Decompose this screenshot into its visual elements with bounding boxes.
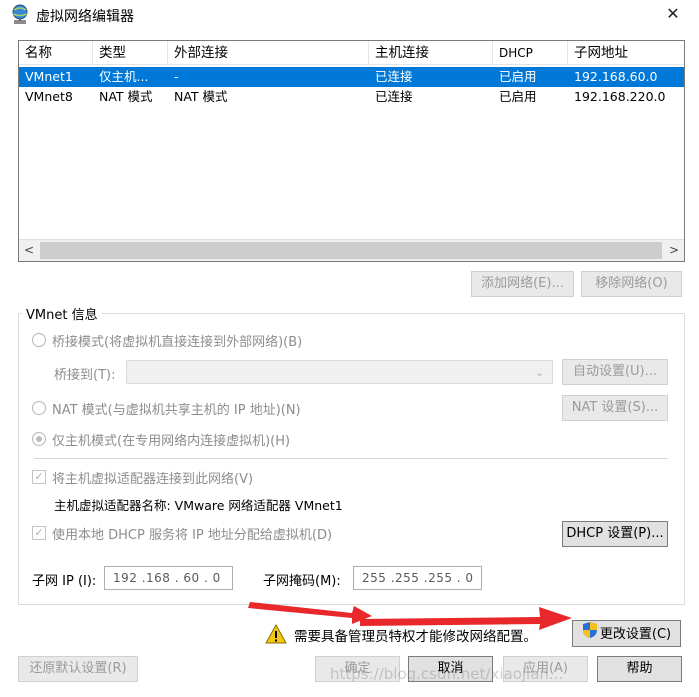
warning-icon bbox=[265, 623, 287, 648]
subnet-mask-field[interactable]: 255 .255 .255 . 0 bbox=[353, 566, 482, 590]
hostonly-mode-label: 仅主机模式(在专用网络内连接虚拟机)(H) bbox=[52, 434, 291, 449]
auto-settings-button[interactable]: 自动设置(U)... bbox=[562, 359, 668, 385]
bridge-to-label: 桥接到(T): bbox=[54, 368, 116, 383]
remove-network-button[interactable]: 移除网络(O) bbox=[581, 271, 682, 297]
network-list[interactable]: 名称 类型 外部连接 主机连接 DHCP 子网地址 VMnet1 仅主机... … bbox=[18, 40, 685, 262]
vmnet-info-group bbox=[18, 313, 685, 605]
title-bar: 虚拟网络编辑器 ✕ bbox=[0, 0, 699, 30]
cell-type: 仅主机... bbox=[99, 69, 149, 84]
add-network-button[interactable]: 添加网络(E)... bbox=[471, 271, 574, 297]
change-settings-label: 更改设置(C) bbox=[599, 627, 672, 642]
group-label: VMnet 信息 bbox=[22, 304, 102, 323]
cell-name: VMnet8 bbox=[25, 89, 73, 104]
column-header-name[interactable]: 名称 bbox=[19, 41, 93, 65]
restore-defaults-button[interactable]: 还原默认设置(R) bbox=[18, 656, 138, 682]
hostonly-mode-radio[interactable] bbox=[32, 432, 46, 446]
cell-external: NAT 模式 bbox=[174, 89, 228, 104]
column-header-host[interactable]: 主机连接 bbox=[369, 41, 493, 65]
divider bbox=[34, 458, 668, 459]
list-header: 名称 类型 外部连接 主机连接 DHCP 子网地址 bbox=[19, 41, 684, 65]
subnet-ip-label: 子网 IP (I): bbox=[32, 574, 97, 589]
bridged-mode-label: 桥接模式(将虚拟机直接连接到外部网络)(B) bbox=[52, 335, 303, 350]
connect-adapter-checkbox[interactable]: ✓ bbox=[32, 470, 46, 484]
cell-name: VMnet1 bbox=[25, 69, 73, 84]
column-header-subnet[interactable]: 子网地址 bbox=[568, 41, 684, 65]
watermark-text: https://blog.csdn.net/xiaojian... bbox=[330, 665, 564, 683]
table-row[interactable]: VMnet8 NAT 模式 NAT 模式 已连接 已启用 192.168.220… bbox=[19, 87, 684, 107]
column-header-dhcp[interactable]: DHCP bbox=[493, 41, 568, 65]
change-settings-button[interactable]: 更改设置(C) bbox=[572, 620, 681, 647]
scroll-right-icon[interactable]: > bbox=[664, 240, 684, 261]
dhcp-settings-button[interactable]: DHCP 设置(P)... bbox=[562, 521, 668, 547]
nat-settings-button[interactable]: NAT 设置(S)... bbox=[562, 395, 668, 421]
connect-adapter-label: 将主机虚拟适配器连接到此网络(V) bbox=[52, 472, 254, 487]
cell-subnet: 192.168.60.0 bbox=[574, 69, 658, 84]
column-header-type[interactable]: 类型 bbox=[93, 41, 168, 65]
subnet-ip-field[interactable]: 192 .168 . 60 . 0 bbox=[104, 566, 233, 590]
adapter-name-label: 主机虚拟适配器名称: VMware 网络适配器 VMnet1 bbox=[54, 498, 343, 513]
uac-shield-icon bbox=[582, 621, 598, 648]
horizontal-scrollbar[interactable]: < > bbox=[19, 239, 684, 261]
red-arrow-short bbox=[248, 602, 372, 624]
table-row[interactable]: VMnet1 仅主机... - 已连接 已启用 192.168.60.0 bbox=[19, 67, 684, 87]
cell-host: 已连接 bbox=[375, 89, 413, 104]
close-button[interactable]: ✕ bbox=[650, 0, 696, 30]
nat-mode-radio[interactable] bbox=[32, 401, 46, 415]
cell-dhcp: 已启用 bbox=[499, 69, 537, 84]
admin-notice-text: 需要具备管理员特权才能修改网络配置。 bbox=[294, 629, 537, 645]
scroll-thumb[interactable] bbox=[40, 242, 662, 259]
help-button[interactable]: 帮助 bbox=[597, 656, 682, 682]
chevron-down-icon: ⌄ bbox=[535, 366, 545, 379]
column-header-external[interactable]: 外部连接 bbox=[168, 41, 369, 65]
bridge-to-select[interactable] bbox=[126, 360, 553, 384]
subnet-mask-label: 子网掩码(M): bbox=[263, 574, 341, 589]
dhcp-label: 使用本地 DHCP 服务将 IP 地址分配给虚拟机(D) bbox=[52, 528, 333, 543]
nat-mode-label: NAT 模式(与虚拟机共享主机的 IP 地址)(N) bbox=[52, 403, 301, 418]
cell-subnet: 192.168.220.0 bbox=[574, 89, 666, 104]
cell-dhcp: 已启用 bbox=[499, 89, 537, 104]
window-title: 虚拟网络编辑器 bbox=[36, 9, 134, 25]
cell-type: NAT 模式 bbox=[99, 89, 153, 104]
cell-external: - bbox=[174, 69, 179, 84]
scroll-left-icon[interactable]: < bbox=[19, 240, 39, 261]
network-globe-icon bbox=[10, 4, 30, 26]
bridged-mode-radio[interactable] bbox=[32, 333, 46, 347]
cell-host: 已连接 bbox=[375, 69, 413, 84]
dhcp-checkbox[interactable]: ✓ bbox=[32, 526, 46, 540]
